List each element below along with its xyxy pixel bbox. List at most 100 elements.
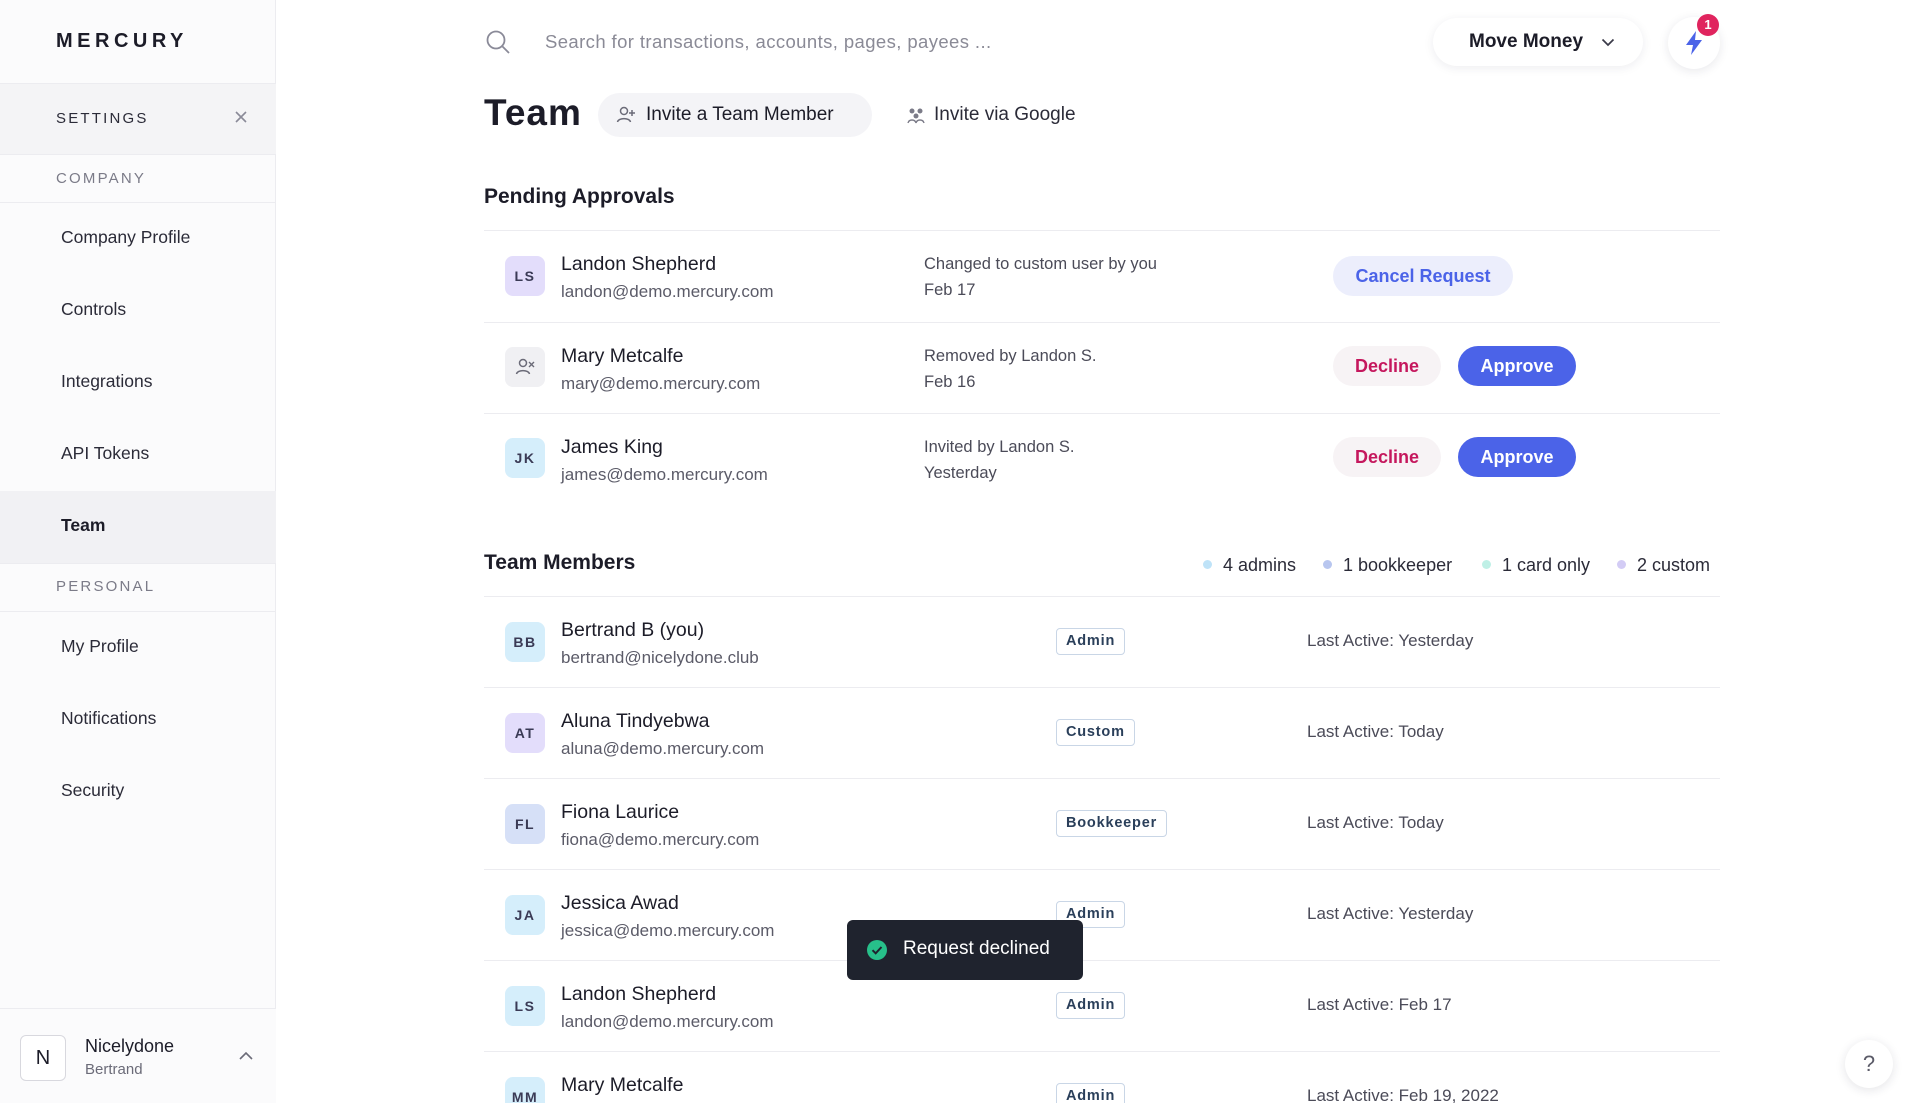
legend-card-only: 1 card only <box>1482 555 1590 576</box>
search-input[interactable] <box>545 26 1105 58</box>
pending-email: james@demo.mercury.com <box>561 465 768 484</box>
divider <box>484 960 1720 961</box>
last-active: Last Active: Today <box>1307 722 1444 741</box>
pending-action: Changed to custom user by you <box>924 255 1157 273</box>
decline-button[interactable]: Decline <box>1333 346 1441 386</box>
sidebar-item-api-tokens[interactable]: API Tokens <box>0 419 276 491</box>
pending-approvals-title: Pending Approvals <box>484 185 675 208</box>
avatar: LS <box>505 256 545 296</box>
sidebar-item-security[interactable]: Security <box>0 756 276 828</box>
avatar: AT <box>505 713 545 753</box>
role-badge: Bookkeeper <box>1056 810 1168 837</box>
cancel-request-button[interactable]: Cancel Request <box>1333 256 1513 296</box>
close-icon[interactable] <box>232 108 250 126</box>
sidebar-item-team[interactable]: Team <box>0 491 276 563</box>
sidebar-item-notifications[interactable]: Notifications <box>0 684 276 756</box>
pending-date: Yesterday <box>924 464 997 482</box>
divider <box>484 596 1720 597</box>
avatar: FL <box>505 804 545 844</box>
legend-dot <box>1482 560 1491 569</box>
role-badge: Admin <box>1056 992 1126 1019</box>
search-icon <box>486 30 510 54</box>
move-money-label: Move Money <box>1469 31 1584 52</box>
legend-dot <box>1203 560 1212 569</box>
page-title: Team <box>484 92 582 133</box>
divider <box>484 869 1720 870</box>
avatar: JK <box>505 438 545 478</box>
legend-dot <box>1323 560 1332 569</box>
legend-admins: 4 admins <box>1203 555 1296 576</box>
member-email: fiona@demo.mercury.com <box>561 830 760 849</box>
invite-via-google-button[interactable]: Invite via Google <box>900 93 1100 137</box>
section-label-personal: PERSONAL <box>56 578 156 595</box>
sidebar-item-label: Company Profile <box>61 227 191 247</box>
move-money-button[interactable]: Move Money <box>1433 18 1643 66</box>
avatar: BB <box>505 622 545 662</box>
sidebar: MERCURY SETTINGS COMPANY Company Profile… <box>0 0 276 1103</box>
toast-notification: Request declined <box>847 920 1083 980</box>
pending-date: Feb 16 <box>924 373 976 391</box>
divider <box>484 778 1720 779</box>
member-email: landon@demo.mercury.com <box>561 1012 774 1031</box>
legend-label: 4 admins <box>1223 555 1297 575</box>
invite-label: Invite a Team Member <box>646 104 834 125</box>
chevron-down-icon <box>1601 38 1615 47</box>
member-email: bertrand@nicelydone.club <box>561 648 759 667</box>
sidebar-item-label: Security <box>61 780 125 800</box>
chevron-up-icon <box>239 1051 253 1060</box>
sidebar-item-controls[interactable]: Controls <box>0 275 276 347</box>
divider <box>484 322 1720 323</box>
member-email: aluna@demo.mercury.com <box>561 739 765 758</box>
org-user: Bertrand <box>85 1061 143 1078</box>
sidebar-item-label: Notifications <box>61 708 157 728</box>
team-members-title: Team Members <box>484 551 636 574</box>
approve-button[interactable]: Approve <box>1458 346 1576 386</box>
org-avatar: N <box>20 1035 66 1081</box>
last-active: Last Active: Today <box>1307 813 1444 832</box>
sidebar-item-label: Integrations <box>61 371 153 391</box>
divider <box>484 230 1720 231</box>
pending-date: Feb 17 <box>924 281 976 299</box>
member-name: Jessica Awad <box>561 892 679 914</box>
org-name: Nicelydone <box>85 1036 175 1056</box>
approve-button[interactable]: Approve <box>1458 437 1576 477</box>
help-button[interactable]: ? <box>1845 1040 1893 1088</box>
decline-button[interactable]: Decline <box>1333 437 1441 477</box>
sidebar-item-label: API Tokens <box>61 443 150 463</box>
org-switcher[interactable]: N Nicelydone Bertrand <box>0 1008 276 1103</box>
sidebar-item-company-profile[interactable]: Company Profile <box>0 203 276 275</box>
legend-label: 1 bookkeeper <box>1343 555 1453 575</box>
avatar: LS <box>505 986 545 1026</box>
sidebar-item-label: My Profile <box>61 636 139 656</box>
divider <box>0 563 276 564</box>
avatar <box>505 347 545 387</box>
sidebar-item-my-profile[interactable]: My Profile <box>0 612 276 684</box>
legend-custom: 2 custom <box>1617 555 1710 576</box>
sidebar-item-integrations[interactable]: Integrations <box>0 347 276 419</box>
role-badge: Admin <box>1056 1083 1126 1103</box>
member-email: jessica@demo.mercury.com <box>561 921 775 940</box>
invite-team-member-button[interactable]: Invite a Team Member <box>598 93 872 137</box>
mercury-logo[interactable]: MERCURY <box>56 30 188 53</box>
users-icon <box>907 108 925 124</box>
pending-name: Landon Shepherd <box>561 253 717 275</box>
check-circle-icon <box>867 940 887 960</box>
role-badge: Custom <box>1056 719 1135 746</box>
legend-dot <box>1617 560 1626 569</box>
legend-label: 2 custom <box>1637 555 1711 575</box>
section-label-company: COMPANY <box>56 170 147 187</box>
invite-google-label: Invite via Google <box>934 104 1076 125</box>
sidebar-item-label: Controls <box>61 299 127 319</box>
member-name: Mary Metcalfe <box>561 1074 684 1096</box>
legend-label: 1 card only <box>1502 555 1591 575</box>
last-active: Last Active: Feb 19, 2022 <box>1307 1086 1499 1103</box>
pending-name: James King <box>561 436 663 458</box>
settings-header: SETTINGS <box>0 83 276 155</box>
toast-message: Request declined <box>903 938 1050 959</box>
avatar: MM <box>505 1077 545 1103</box>
pending-email: mary@demo.mercury.com <box>561 374 761 393</box>
add-user-icon <box>616 106 635 123</box>
legend-bookkeeper: 1 bookkeeper <box>1323 555 1452 576</box>
member-name: Bertrand B (you) <box>561 619 705 641</box>
last-active: Last Active: Feb 17 <box>1307 995 1452 1014</box>
